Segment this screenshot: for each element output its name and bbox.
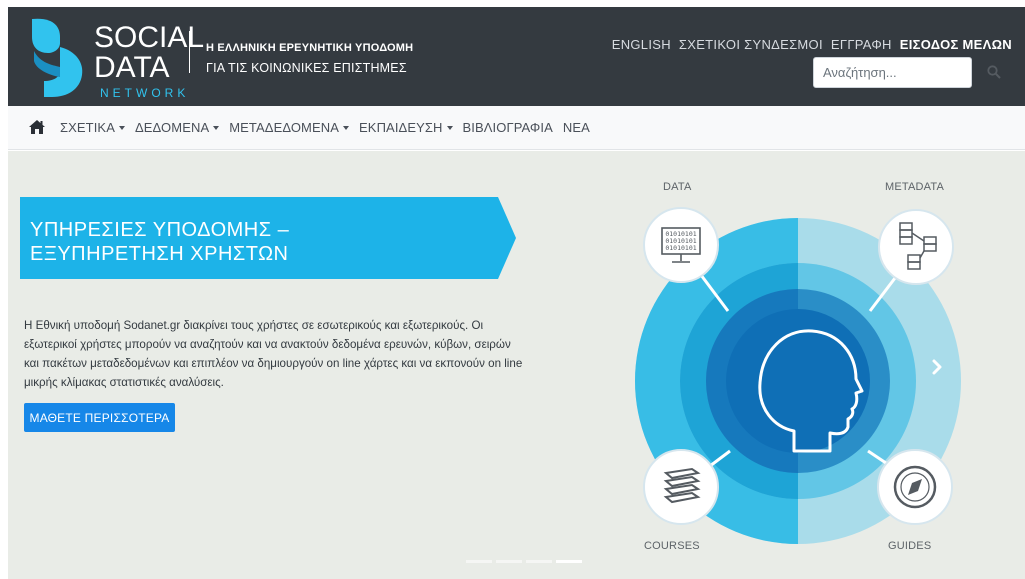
nav-item-label: ΔΕΔΟΜΕΝΑ [134,120,210,135]
english-link[interactable]: ENGLISH [612,37,671,52]
carousel-indicator[interactable] [466,560,492,563]
member-login-link[interactable]: ΕΙΣΟΔΟΣ ΜΕΛΩΝ [900,37,1012,52]
chevron-down-icon [213,125,220,130]
tagline-line-1: Η ΕΛΛΗΝΙΚΗ ΕΡΕΥΝΗΤΙΚΗ ΥΠΟΔΟΜΗ [206,42,414,54]
site-tagline: Η ΕΛΛΗΝΙΚΗ ΕΡΕΥΝΗΤΙΚΗ ΥΠΟΔΟΜΗ ΓΙΑ ΤΙΣ ΚΟ… [206,42,413,75]
banner-title: ΥΠΗΡΕΣΙΕΣ ΥΠΟΔΟΜΗΣ – ΕΞΥΠΗΡΕΤΗΣΗ ΧΡΗΣΤΩΝ [30,218,289,266]
nav-item-label: ΣΧΕΤΙΚΑ [60,120,115,135]
carousel-indicator-active[interactable] [556,560,582,563]
diagram-label-metadata: METADATA [885,181,945,193]
related-links-link[interactable]: ΣΧΕΤΙΚΟΙ ΣΥΝΔΕΣΜΟΙ [679,37,823,52]
learn-more-button[interactable]: ΜΑΘΕΤΕ ΠΕΡΙΣΣΟΤΕΡΑ [24,403,175,432]
carousel-next-arrow-icon[interactable] [926,356,948,378]
site-logo[interactable]: SOCIAL DATA NETWORK [24,17,204,99]
logo-line-social: SOCIAL [94,21,205,54]
data-node[interactable]: 01010101 01010101 01010101 [643,207,719,283]
carousel-indicators [466,560,582,563]
search-input[interactable] [813,57,972,88]
logo-mark-icon [32,18,83,97]
nav-item-label: ΒΙΒΛΙΟΓΡΑΦΙΑ [462,120,553,135]
nav-item-bibliography[interactable]: ΒΙΒΛΙΟΓΡΑΦΙΑ [463,120,553,135]
nav-item-metadata[interactable]: ΜΕΤΑΔΕΔΟΜΕΝΑ [229,120,350,135]
banner-title-line-1: ΥΠΗΡΕΣΙΕΣ ΥΠΟΔΟΜΗΣ – [30,219,290,241]
register-link[interactable]: ΕΓΓΡΑΦΗ [831,37,892,52]
home-icon[interactable] [28,119,46,137]
diagram-label-courses: COURSES [644,540,700,552]
svg-text:01010101: 01010101 [665,244,696,252]
nav-item-training[interactable]: ΕΚΠΑΙΔΕΥΣΗ [359,120,453,135]
logo-divider [189,31,190,73]
hero-description: Η Εθνική υποδομή Sodanet.gr διακρίνει το… [24,319,523,389]
logo-text: SOCIAL DATA NETWORK [94,21,205,100]
metadata-node[interactable] [878,209,954,285]
nav-item-data[interactable]: ΔΕΔΟΜΕΝΑ [134,120,220,135]
banner-title-line-2: ΕΞΥΠΗΡΕΤΗΣΗ ΧΡΗΣΤΩΝ [30,243,289,265]
page: SOCIAL DATA NETWORK Η ΕΛΛΗΝΙΚΗ ΕΡΕΥΝΗΤΙΚ… [8,7,1025,579]
diagram-label-data: DATA [663,181,692,193]
chevron-down-icon [446,125,453,130]
logo-line-network: NETWORK [100,86,190,100]
nav-item-label: ΜΕΤΑΔΕΔΟΜΕΝΑ [229,120,340,135]
main-nav: ΣΧΕΤΙΚΑ ΔΕΔΟΜΕΝΑ ΜΕΤΑΔΕΔΟΜΕΝΑ ΕΚΠΑΙΔΕΥΣΗ… [8,106,1025,150]
hero-banner: ΥΠΗΡΕΣΙΕΣ ΥΠΟΔΟΜΗΣ – ΕΞΥΠΗΡΕΤΗΣΗ ΧΡΗΣΤΩΝ [20,197,516,279]
guides-node[interactable] [877,449,953,525]
hero-carousel: ΥΠΗΡΕΣΙΕΣ ΥΠΟΔΟΜΗΣ – ΕΞΥΠΗΡΕΤΗΣΗ ΧΡΗΣΤΩΝ… [8,151,1025,579]
search-button[interactable] [982,61,1006,85]
chevron-down-icon [343,125,350,130]
diagram-label-guides: GUIDES [888,540,932,552]
search-icon [987,64,1001,79]
carousel-indicator[interactable] [496,560,522,563]
tagline-line-2: ΓΙΑ ΤΙΣ ΚΟΙΝΩΝΙΚΕΣ ΕΠΙΣΤΗΜΕΣ [206,61,407,75]
nav-item-label: ΕΚΠΑΙΔΕΥΣΗ [359,120,443,135]
site-header: SOCIAL DATA NETWORK Η ΕΛΛΗΝΙΚΗ ΕΡΕΥΝΗΤΙΚ… [8,7,1025,106]
nav-item-about[interactable]: ΣΧΕΤΙΚΑ [60,120,125,135]
services-diagram: 01010101 01010101 01010101 [635,207,961,544]
compass-icon [893,465,937,509]
chevron-down-icon [118,125,125,130]
top-nav: ENGLISH ΣΧΕΤΙΚΟΙ ΣΥΝΔΕΣΜΟΙ ΕΓΓΡΑΦΗ ΕΙΣΟΔ… [612,37,1012,52]
logo-line-data: DATA [94,51,170,84]
courses-node[interactable] [643,449,719,525]
nav-item-label: ΝΕΑ [562,120,590,135]
nav-item-news[interactable]: ΝΕΑ [563,120,590,135]
carousel-indicator[interactable] [526,560,552,563]
